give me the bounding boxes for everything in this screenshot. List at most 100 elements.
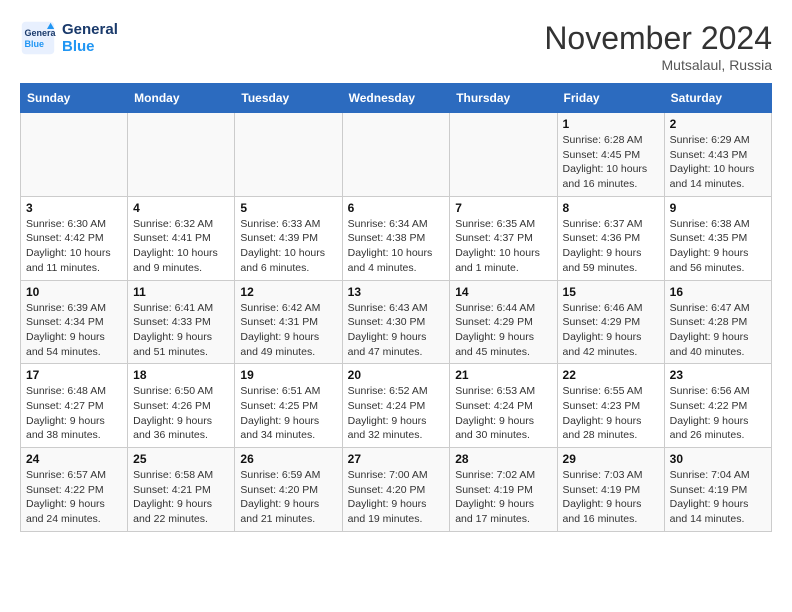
week-row-1: 1Sunrise: 6:28 AM Sunset: 4:45 PM Daylig… — [21, 113, 772, 197]
day-info: Sunrise: 6:41 AM Sunset: 4:33 PM Dayligh… — [133, 301, 229, 360]
day-number: 7 — [455, 201, 551, 215]
logo-text: GeneralBlue — [62, 21, 118, 56]
weekday-header-thursday: Thursday — [450, 84, 557, 113]
day-cell: 16 Sunrise: 6:47 AM Sunset: 4:28 PM Dayli… — [664, 280, 771, 364]
day-number: 14 — [455, 285, 551, 299]
day-number: 28 — [455, 452, 551, 466]
day-cell: 15 Sunrise: 6:46 AM Sunset: 4:29 PM Dayli… — [557, 280, 664, 364]
day-info: Sunrise: 6:55 AM Sunset: 4:23 PM Dayligh… — [563, 384, 659, 443]
day-number: 23 — [670, 368, 766, 382]
day-cell: 27Sunrise: 7:00 AM Sunset: 4:20 PM Dayli… — [342, 448, 450, 532]
day-number: 22 — [563, 368, 659, 382]
day-info: Sunrise: 6:38 AM Sunset: 4:35 PM Dayligh… — [670, 217, 766, 276]
day-cell — [450, 113, 557, 197]
day-cell — [235, 113, 342, 197]
day-info: Sunrise: 6:57 AM Sunset: 4:22 PM Dayligh… — [26, 468, 122, 527]
day-cell: 29Sunrise: 7:03 AM Sunset: 4:19 PM Dayli… — [557, 448, 664, 532]
day-info: Sunrise: 6:35 AM Sunset: 4:37 PM Dayligh… — [455, 217, 551, 276]
day-cell: 21 Sunrise: 6:53 AM Sunset: 4:24 PM Dayli… — [450, 364, 557, 448]
day-cell: 18Sunrise: 6:50 AM Sunset: 4:26 PM Dayli… — [128, 364, 235, 448]
day-info: Sunrise: 6:51 AM Sunset: 4:25 PM Dayligh… — [240, 384, 336, 443]
day-number: 15 — [563, 285, 659, 299]
day-info: Sunrise: 6:32 AM Sunset: 4:41 PM Dayligh… — [133, 217, 229, 276]
title-block: November 2024 Mutsalaul, Russia — [544, 20, 772, 73]
day-number: 21 — [455, 368, 551, 382]
day-number: 30 — [670, 452, 766, 466]
day-cell — [128, 113, 235, 197]
day-info: Sunrise: 6:29 AM Sunset: 4:43 PM Dayligh… — [670, 133, 766, 192]
day-cell: 7 Sunrise: 6:35 AM Sunset: 4:37 PM Daylig… — [450, 196, 557, 280]
day-cell: 25Sunrise: 6:58 AM Sunset: 4:21 PM Dayli… — [128, 448, 235, 532]
day-cell: 23 Sunrise: 6:56 AM Sunset: 4:22 PM Dayli… — [664, 364, 771, 448]
weekday-header-sunday: Sunday — [21, 84, 128, 113]
day-info: Sunrise: 7:02 AM Sunset: 4:19 PM Dayligh… — [455, 468, 551, 527]
day-cell: 4Sunrise: 6:32 AM Sunset: 4:41 PM Daylig… — [128, 196, 235, 280]
day-cell: 24 Sunrise: 6:57 AM Sunset: 4:22 PM Dayli… — [21, 448, 128, 532]
day-info: Sunrise: 6:52 AM Sunset: 4:24 PM Dayligh… — [348, 384, 445, 443]
day-info: Sunrise: 6:34 AM Sunset: 4:38 PM Dayligh… — [348, 217, 445, 276]
day-cell: 30 Sunrise: 7:04 AM Sunset: 4:19 PM Dayli… — [664, 448, 771, 532]
day-cell: 9Sunrise: 6:38 AM Sunset: 4:35 PM Daylig… — [664, 196, 771, 280]
weekday-header-monday: Monday — [128, 84, 235, 113]
day-number: 5 — [240, 201, 336, 215]
day-number: 26 — [240, 452, 336, 466]
day-info: Sunrise: 6:53 AM Sunset: 4:24 PM Dayligh… — [455, 384, 551, 443]
logo-icon: General Blue — [20, 20, 56, 56]
day-cell: 12 Sunrise: 6:42 AM Sunset: 4:31 PM Dayli… — [235, 280, 342, 364]
day-info: Sunrise: 6:37 AM Sunset: 4:36 PM Dayligh… — [563, 217, 659, 276]
day-number: 3 — [26, 201, 122, 215]
day-cell: 20 Sunrise: 6:52 AM Sunset: 4:24 PM Dayli… — [342, 364, 450, 448]
day-cell: 1Sunrise: 6:28 AM Sunset: 4:45 PM Daylig… — [557, 113, 664, 197]
day-cell — [21, 113, 128, 197]
day-info: Sunrise: 6:56 AM Sunset: 4:22 PM Dayligh… — [670, 384, 766, 443]
day-number: 20 — [348, 368, 445, 382]
day-number: 24 — [26, 452, 122, 466]
day-info: Sunrise: 6:58 AM Sunset: 4:21 PM Dayligh… — [133, 468, 229, 527]
logo: General Blue GeneralBlue — [20, 20, 118, 56]
day-info: Sunrise: 6:47 AM Sunset: 4:28 PM Dayligh… — [670, 301, 766, 360]
day-info: Sunrise: 7:04 AM Sunset: 4:19 PM Dayligh… — [670, 468, 766, 527]
page-header: General Blue GeneralBlue November 2024 M… — [20, 20, 772, 73]
day-number: 17 — [26, 368, 122, 382]
week-row-2: 3 Sunrise: 6:30 AM Sunset: 4:42 PM Daylig… — [21, 196, 772, 280]
day-cell: 3 Sunrise: 6:30 AM Sunset: 4:42 PM Daylig… — [21, 196, 128, 280]
day-info: Sunrise: 6:46 AM Sunset: 4:29 PM Dayligh… — [563, 301, 659, 360]
svg-text:Blue: Blue — [25, 39, 45, 49]
calendar: SundayMondayTuesdayWednesdayThursdayFrid… — [20, 83, 772, 532]
day-info: Sunrise: 6:42 AM Sunset: 4:31 PM Dayligh… — [240, 301, 336, 360]
day-number: 10 — [26, 285, 122, 299]
day-info: Sunrise: 6:30 AM Sunset: 4:42 PM Dayligh… — [26, 217, 122, 276]
day-number: 16 — [670, 285, 766, 299]
day-info: Sunrise: 6:48 AM Sunset: 4:27 PM Dayligh… — [26, 384, 122, 443]
day-number: 2 — [670, 117, 766, 131]
weekday-header-saturday: Saturday — [664, 84, 771, 113]
day-info: Sunrise: 6:43 AM Sunset: 4:30 PM Dayligh… — [348, 301, 445, 360]
day-cell: 10 Sunrise: 6:39 AM Sunset: 4:34 PM Dayli… — [21, 280, 128, 364]
weekday-header-wednesday: Wednesday — [342, 84, 450, 113]
day-cell — [342, 113, 450, 197]
day-info: Sunrise: 7:03 AM Sunset: 4:19 PM Dayligh… — [563, 468, 659, 527]
day-cell: 13 Sunrise: 6:43 AM Sunset: 4:30 PM Dayli… — [342, 280, 450, 364]
weekday-header-row: SundayMondayTuesdayWednesdayThursdayFrid… — [21, 84, 772, 113]
calendar-body: 1Sunrise: 6:28 AM Sunset: 4:45 PM Daylig… — [21, 113, 772, 532]
day-number: 6 — [348, 201, 445, 215]
day-cell: 17 Sunrise: 6:48 AM Sunset: 4:27 PM Dayli… — [21, 364, 128, 448]
day-info: Sunrise: 6:28 AM Sunset: 4:45 PM Dayligh… — [563, 133, 659, 192]
day-number: 8 — [563, 201, 659, 215]
day-cell: 6 Sunrise: 6:34 AM Sunset: 4:38 PM Daylig… — [342, 196, 450, 280]
month-title: November 2024 — [544, 20, 772, 57]
day-cell: 2 Sunrise: 6:29 AM Sunset: 4:43 PM Daylig… — [664, 113, 771, 197]
day-info: Sunrise: 6:44 AM Sunset: 4:29 PM Dayligh… — [455, 301, 551, 360]
day-cell: 26Sunrise: 6:59 AM Sunset: 4:20 PM Dayli… — [235, 448, 342, 532]
day-cell: 19 Sunrise: 6:51 AM Sunset: 4:25 PM Dayli… — [235, 364, 342, 448]
day-number: 11 — [133, 285, 229, 299]
day-number: 13 — [348, 285, 445, 299]
week-row-4: 17 Sunrise: 6:48 AM Sunset: 4:27 PM Dayli… — [21, 364, 772, 448]
day-cell: 22 Sunrise: 6:55 AM Sunset: 4:23 PM Dayli… — [557, 364, 664, 448]
day-cell: 5Sunrise: 6:33 AM Sunset: 4:39 PM Daylig… — [235, 196, 342, 280]
day-number: 19 — [240, 368, 336, 382]
day-info: Sunrise: 6:39 AM Sunset: 4:34 PM Dayligh… — [26, 301, 122, 360]
weekday-header-friday: Friday — [557, 84, 664, 113]
weekday-header-tuesday: Tuesday — [235, 84, 342, 113]
day-number: 12 — [240, 285, 336, 299]
